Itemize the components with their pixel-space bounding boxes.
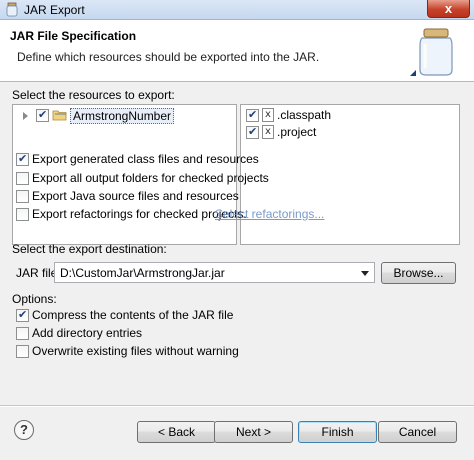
resource-checkbox-armstrongnumber[interactable] [36, 108, 49, 122]
select-refactorings-link[interactable]: Select refactorings... [215, 207, 324, 221]
page-title: JAR File Specification [10, 29, 137, 43]
file-checkbox-project[interactable] [246, 125, 259, 139]
file-icon: x [262, 125, 274, 139]
compress-checkbox[interactable] [16, 308, 29, 322]
export-refactorings-checkbox[interactable] [16, 208, 29, 221]
overwrite-label[interactable]: Overwrite existing files without warning [32, 344, 239, 358]
jar-banner-icon [410, 28, 453, 76]
export-class-files-checkbox[interactable] [16, 152, 29, 166]
project-folder-icon [52, 110, 67, 121]
footer-separator [0, 405, 474, 407]
close-button[interactable]: x [427, 0, 470, 18]
help-icon[interactable]: ? [14, 420, 34, 440]
compress-label[interactable]: Compress the contents of the JAR file [32, 308, 233, 322]
resources-label: Select the resources to export: [12, 88, 175, 102]
export-output-folders-checkbox[interactable] [16, 172, 29, 185]
file-icon: x [262, 108, 274, 122]
export-java-source-checkbox[interactable] [16, 190, 29, 203]
file-label-project[interactable]: .project [277, 125, 316, 139]
destination-label: Select the export destination: [12, 242, 167, 256]
tree-item-label[interactable]: ArmstrongNumber [70, 108, 175, 124]
export-java-source-label[interactable]: Export Java source files and resources [32, 189, 239, 203]
browse-button[interactable]: Browse... [381, 262, 456, 284]
export-class-files-label[interactable]: Export generated class files and resourc… [32, 152, 259, 166]
cancel-button[interactable]: Cancel [378, 421, 457, 443]
overwrite-checkbox[interactable] [16, 345, 29, 358]
jar-app-icon [6, 2, 18, 17]
resource-file-list[interactable]: x .classpath x .project [240, 104, 460, 245]
finish-button[interactable]: Finish [298, 421, 377, 443]
export-output-folders-label[interactable]: Export all output folders for checked pr… [32, 171, 269, 185]
next-button[interactable]: Next > [214, 421, 293, 443]
directory-entries-checkbox[interactable] [16, 327, 29, 340]
directory-entries-label[interactable]: Add directory entries [32, 326, 142, 340]
window-title: JAR Export [24, 3, 85, 17]
wizard-header: JAR File Specification Define which reso… [0, 20, 474, 82]
page-description: Define which resources should be exporte… [17, 50, 320, 64]
file-checkbox-classpath[interactable] [246, 108, 259, 122]
back-button[interactable]: < Back [137, 421, 216, 443]
file-label-classpath[interactable]: .classpath [277, 108, 331, 122]
window-titlebar: JAR Export x [0, 0, 474, 20]
expand-arrow-icon[interactable] [23, 112, 28, 120]
jar-file-combo[interactable]: D:\CustomJar\ArmstrongJar.jar [54, 262, 375, 283]
chevron-down-icon[interactable] [361, 271, 369, 276]
options-label: Options: [12, 292, 57, 306]
jar-file-value[interactable]: D:\CustomJar\ArmstrongJar.jar [60, 266, 225, 280]
